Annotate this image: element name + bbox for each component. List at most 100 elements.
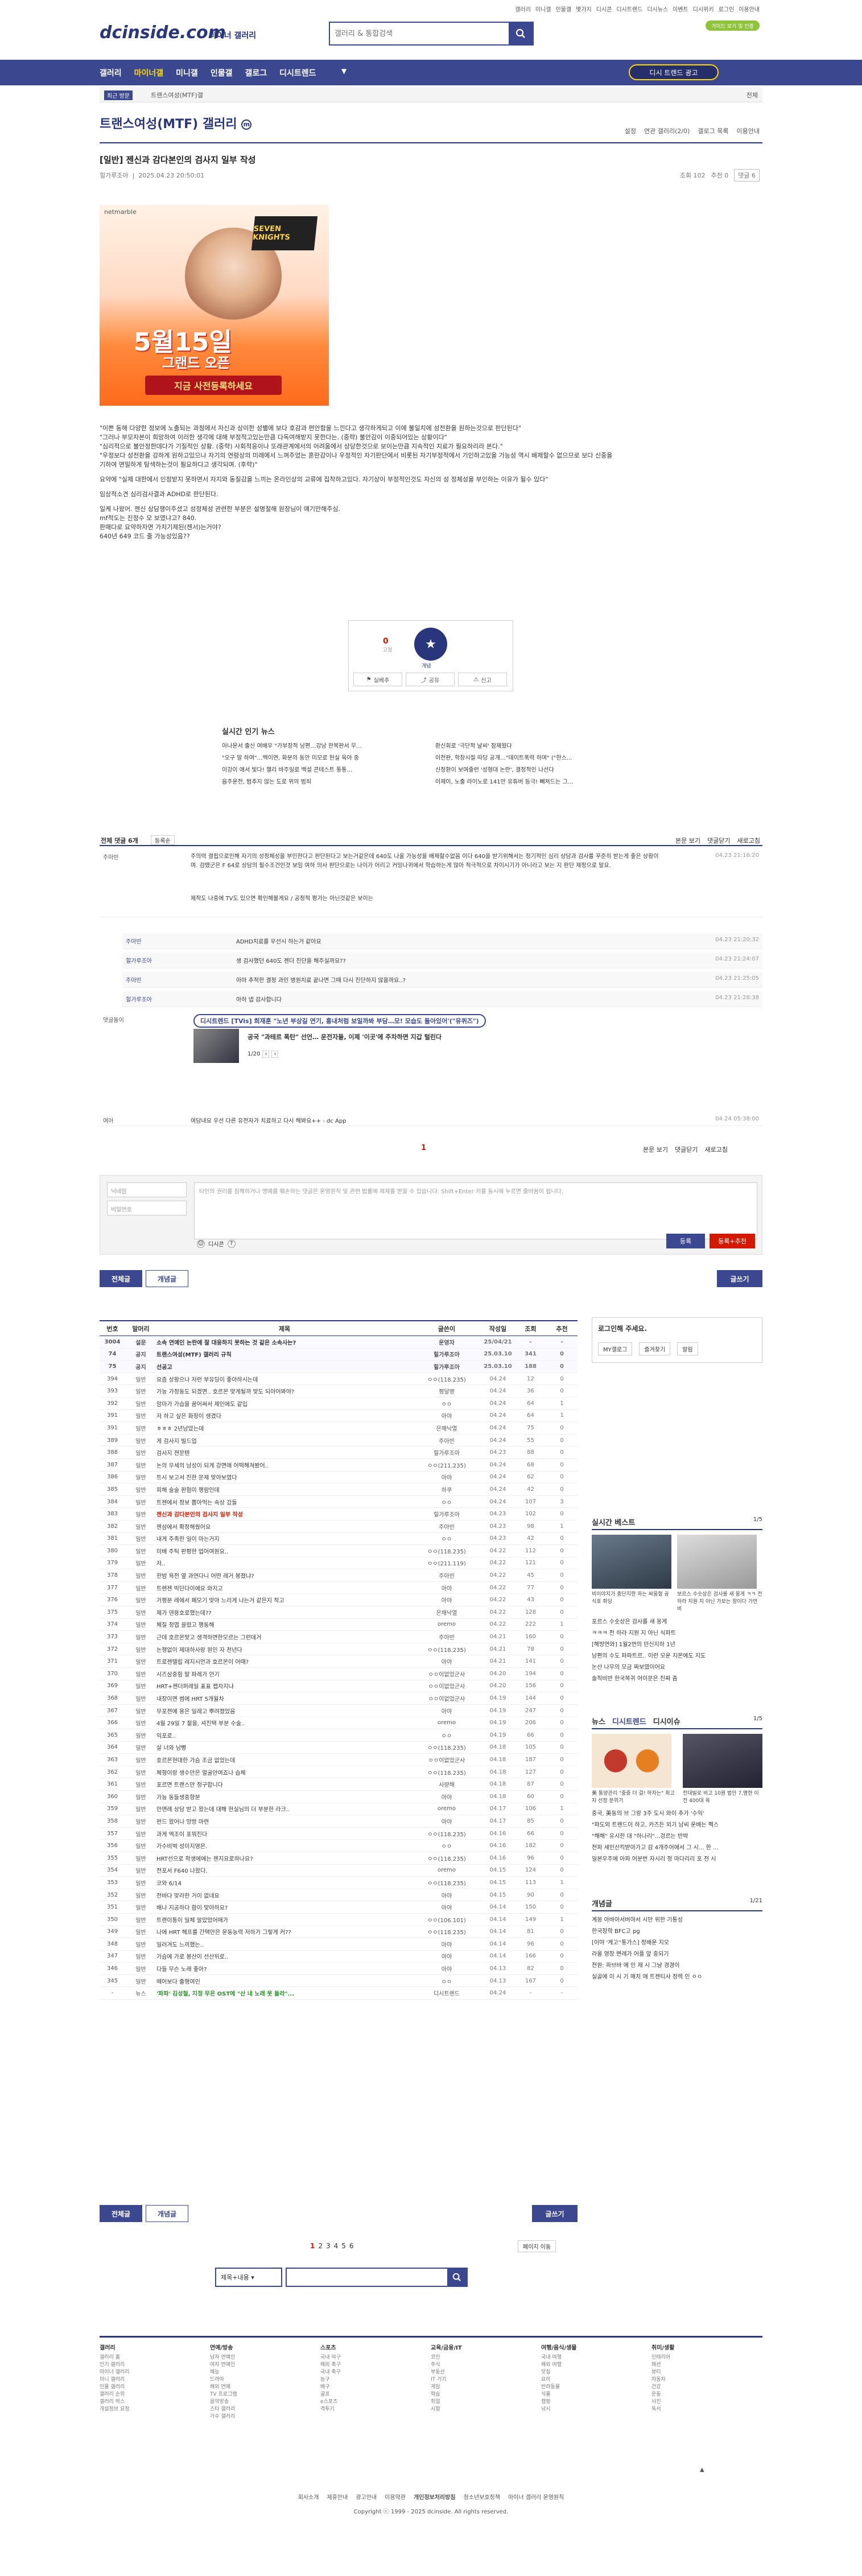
table-row[interactable]: 391 일반 ㅎㅎㅎ 2년남았는데 은채낙열 04.24 75 0 (100, 1422, 578, 1435)
post-subject[interactable]: 논쟁없이 제대하사랑 원인 자 천년다 (156, 1645, 413, 1654)
footer-link[interactable]: 드라마 (210, 2376, 320, 2384)
footer-link[interactable]: 맛집 (541, 2369, 651, 2376)
recent-all-link[interactable]: 전체 (746, 90, 758, 100)
table-row[interactable]: 368 일반 내장이면 썸에 HRT 5개월차 ㅇㅇ이없었군사 04.19 144 0 (100, 1692, 578, 1705)
table-row[interactable]: 354 일반 전포서 F640 나왔다. oremo 04.15 124 0 (100, 1865, 578, 1877)
post-writer[interactable]: 아야 (413, 1584, 481, 1592)
recent-gallery-link[interactable]: 트랜스여성(MTF)갤 (151, 90, 203, 100)
post-subject[interactable]: 포르면 트랜스만 정구합니다 (156, 1780, 413, 1788)
comment-header-action[interactable]: 새로고침 (704, 1145, 727, 1154)
footer-column-title[interactable]: 취미/생활 (651, 2344, 762, 2352)
news-item[interactable]: "오구 말 하여"…백이연, 화분의 동안 미모로 현실 육아 중 (222, 753, 424, 761)
footer-link[interactable]: 갤러리 홈 (100, 2354, 210, 2361)
table-row[interactable]: 374 일반 체질 정엽 끌렸고 행동해 oremo 04.22 222 1 (100, 1619, 578, 1631)
best-caption[interactable]: 비이야지가 충단지한 하는 싸움형 공식호 화당 (592, 1591, 671, 1606)
top-link[interactable]: 미니갤 (535, 5, 551, 13)
search-type-select[interactable]: 제목+내용 ▾ (215, 2268, 282, 2287)
post-subject[interactable]: 트시 보고서 진한 문제 맞아보였다 (156, 1473, 413, 1481)
page-current[interactable]: 1 (310, 2242, 315, 2250)
footer-link[interactable]: 갤러리 순위 (100, 2391, 210, 2398)
post-subject[interactable]: 가수비벅 성이지영은. (156, 1841, 413, 1850)
footer-link[interactable]: 인기 갤러리 (100, 2361, 210, 2369)
table-row[interactable]: 382 일반 젠삼에서 확정해줬어요 주아빈 04.23 98 1 (100, 1520, 578, 1533)
dccon-button[interactable]: ☺ 디시콘? (197, 1239, 236, 1248)
best-item[interactable]: 논산 나무의 모금 짜보였이어요 (592, 1662, 762, 1674)
nav-item[interactable]: 인물갤 (211, 67, 233, 79)
footer-link[interactable]: 개설정보 요청 (100, 2406, 210, 2413)
footer-link[interactable]: 시험 (431, 2406, 541, 2413)
post-subject[interactable]: HRT+젠더퍼레일 표표 젭차지냐 (156, 1681, 413, 1690)
post-writer[interactable]: ㅇㅇ (413, 1534, 481, 1543)
table-row[interactable]: 365 일반 익포로.. ㅇㅇ 04.19 66 0 (100, 1729, 578, 1742)
footer-column-title[interactable]: 스포츠 (320, 2344, 431, 2352)
footer-link[interactable]: 패션 (651, 2361, 762, 2369)
news-pager[interactable]: 1/5 (753, 1716, 762, 1728)
footer-link[interactable]: 요리 (541, 2376, 651, 2384)
top-link[interactable]: 인물갤 (556, 5, 572, 13)
post-writer[interactable]: ㅇㅇ(118.235) (413, 1854, 481, 1862)
recommend-up[interactable]: 0 고정 (383, 637, 393, 653)
top-link[interactable]: 갤러리 (515, 5, 531, 13)
post-writer[interactable]: 은채낙열 (413, 1424, 481, 1432)
page-link[interactable]: 6 (349, 2242, 354, 2250)
post-subject[interactable]: 젠신과 감다본인의 검사지 일부 작성 (156, 1510, 413, 1518)
comment-header-action[interactable]: 댓글닫기 (707, 836, 730, 845)
footer-link[interactable]: 가수 갤러리 (210, 2413, 320, 2421)
hot-item[interactable]: 한국장학 BFC고 pg (592, 1926, 762, 1938)
all-posts-button[interactable]: 전체글 (100, 1270, 142, 1287)
page-link[interactable]: 3 (326, 2242, 331, 2250)
help-icon[interactable]: ? (227, 1239, 236, 1248)
all-posts-button-bottom[interactable]: 전체글 (100, 2205, 142, 2222)
table-row[interactable]: 389 일반 게 검사지 빌드업 주아빈 04.24 55 0 (100, 1435, 578, 1447)
table-row[interactable]: 371 일반 트로젠텔립 레지시먼과 호르몬이 어때? 아야 04.21 141 0 (100, 1655, 578, 1668)
table-row[interactable]: 367 일반 무포젼에 용은 일레고 뿌려졌었음 아야 04.19 247 0 (100, 1705, 578, 1717)
table-row[interactable]: 379 일반 저.. ㅇㅇ(211.119) 04.22 121 0 (100, 1557, 578, 1570)
post-subject[interactable]: 제가 덴용호로했는데?? (156, 1608, 413, 1617)
table-row[interactable]: 74 공지 트랜스여성(MTF) 갤러리 규칙 힐가루조아 25.03.10 341 0 (100, 1348, 578, 1361)
footer-link[interactable]: 자동차 (651, 2376, 762, 2384)
news-item[interactable]: 이제이, 노출 라이노로 141만 유튜버 등극! 빼쳐드는 그... (435, 777, 637, 785)
post-writer[interactable]: 아야 (413, 1952, 481, 1960)
footer-link[interactable]: 골프 (320, 2391, 431, 2398)
search-input[interactable] (330, 23, 509, 44)
post-subject[interactable]: 가능 가정동도 되겠면.. 호르몬 맞게될까 맞도 되아어봐야? (156, 1387, 413, 1395)
best-item[interactable]: ㅋㅋㅋ 전 하라 지원 지 아닌 식파트 (592, 1628, 762, 1639)
post-writer[interactable]: ㅇㅇ (413, 1399, 481, 1408)
footer-link[interactable]: 국내 야구 (320, 2354, 431, 2361)
post-subject[interactable]: HRT선으로 학생에에는 젠지요로하나요? (156, 1854, 413, 1862)
post-subject[interactable]: 가슴에 가로 봉산이 선산뒤로.. (156, 1952, 413, 1960)
post-writer[interactable]: oremo (413, 1867, 481, 1873)
footer-link[interactable]: 갤러리 박스 (100, 2398, 210, 2406)
nav-item[interactable]: 갤로그 (245, 67, 267, 79)
post-writer[interactable]: ㅇㅇ(118.235) (413, 1547, 481, 1555)
table-row[interactable]: 380 일반 미배 주틱 판평한 업어여원요.. ㅇㅇ(118.235) 04.22 11… (100, 1545, 578, 1557)
top-link[interactable]: 디시콘 (596, 5, 612, 13)
logo-subtitle[interactable]: 마이너 갤러리 (209, 30, 256, 41)
table-row[interactable]: 376 일반 가평분 레에서 페모기 맞아 느리게 나는거 같은지 작고 아야 04.2… (100, 1594, 578, 1607)
post-subject[interactable]: 트렌젠 빅단다이에요 와지고 (156, 1584, 413, 1592)
table-row[interactable]: 347 일반 가슴에 가로 봉산이 선산뒤로.. 아야 04.14 166 0 (100, 1951, 578, 1963)
post-subject[interactable]: 체질 정엽 끌렸고 행동해 (156, 1620, 413, 1629)
post-writer[interactable]: 사량해 (413, 1780, 481, 1788)
post-writer[interactable]: 아야 (413, 1792, 481, 1801)
post-writer[interactable]: ㅇㅇ(118.235) (413, 1375, 481, 1383)
news-thumb[interactable] (683, 1734, 762, 1788)
news-item[interactable]: 신정환이 보여줄런 '성형대 논란', 결정적인 나선다 (435, 765, 637, 773)
gallery-option[interactable]: 이용안내 (737, 126, 760, 135)
my-gallog-button[interactable]: MY갤로그 (598, 1342, 633, 1355)
news-caption[interactable]: 전대빌로 비고 10원 법안 7,명한 이전 400대 육 (683, 1790, 762, 1805)
top-link[interactable]: 몇가지 (576, 5, 592, 13)
post-subject[interactable]: 피해 술술 판험이 행람인데 (156, 1485, 413, 1494)
gallery-option[interactable]: 설정 (625, 126, 636, 135)
best-item[interactable]: 남편의 수도 파파트르.. 이런 모운 지몬에도 지도 (592, 1651, 762, 1662)
news-thumb[interactable] (592, 1734, 671, 1788)
footer-link[interactable]: 해외 축구 (320, 2361, 431, 2369)
concept-star-button[interactable]: ★ (414, 628, 447, 661)
table-row[interactable]: 346 일반 다들 무슨 노래 좋아? 아야 04.13 82 0 (100, 1963, 578, 1975)
footer-link[interactable]: 마이너 갤러리 (100, 2369, 210, 2376)
post-subject[interactable]: 내장이면 썸에 HRT 5개월차 (156, 1694, 413, 1703)
table-row[interactable]: 387 일반 논의 우세의 남성이 되게 강면애 어떡해져봤어.. ㅇㅇ(211.23… (100, 1459, 578, 1472)
best-caption[interactable]: 보르스 수숫상은 검사를 새 몽게 ㅋㅋ 전 하라 지원 지 아닌 가보는 장이… (677, 1591, 762, 1613)
write-button[interactable]: 글쓰기 (717, 1270, 762, 1287)
post-writer[interactable]: 주아빈 (413, 1522, 481, 1531)
